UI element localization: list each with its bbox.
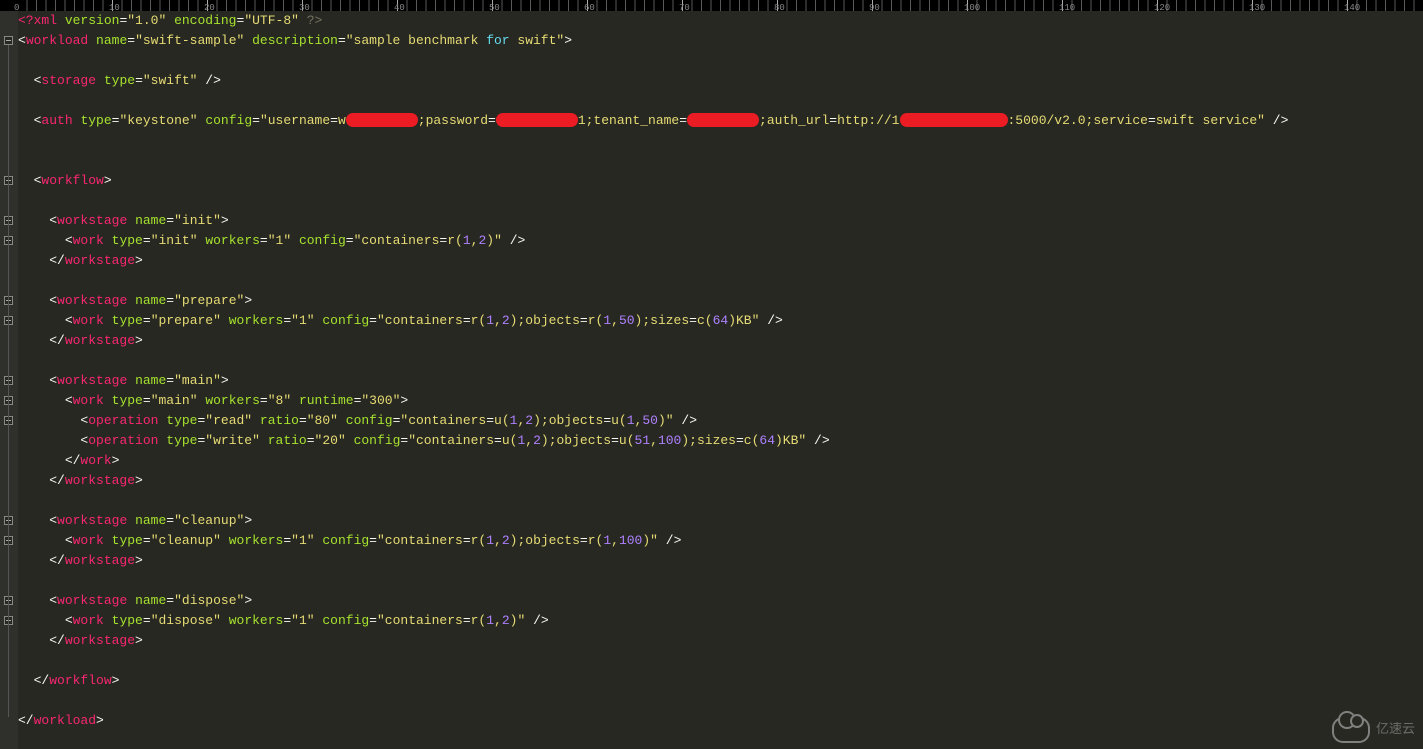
code-line[interactable] [18,51,1423,71]
code-line[interactable]: </workstage> [18,331,1423,351]
code-line[interactable]: <storage type="swift" /> [18,71,1423,91]
code-line[interactable]: <workstage name="cleanup"> [18,511,1423,531]
code-line[interactable]: </workstage> [18,471,1423,491]
code-line[interactable] [18,691,1423,711]
fold-gutter[interactable] [0,11,18,749]
code-line[interactable]: <operation type="read" ratio="80" config… [18,411,1423,431]
code-line[interactable]: <workstage name="main"> [18,371,1423,391]
code-line[interactable]: <workstage name="prepare"> [18,291,1423,311]
code-line[interactable]: <auth type="keystone" config="username=w… [18,111,1423,131]
code-line[interactable] [18,271,1423,291]
code-line[interactable] [18,151,1423,171]
code-line[interactable]: </workflow> [18,671,1423,691]
code-line[interactable]: </work> [18,451,1423,471]
watermark-logo: 亿速云 [1332,717,1415,743]
code-line[interactable] [18,351,1423,371]
code-line[interactable]: <workstage name="dispose"> [18,591,1423,611]
code-line[interactable]: </workstage> [18,251,1423,271]
code-line[interactable] [18,131,1423,151]
code-line[interactable]: <operation type="write" ratio="20" confi… [18,431,1423,451]
code-line[interactable]: <workflow> [18,171,1423,191]
code-line[interactable]: <work type="dispose" workers="1" config=… [18,611,1423,631]
code-line[interactable] [18,91,1423,111]
code-line[interactable]: <workstage name="init"> [18,211,1423,231]
code-line[interactable]: <workload name="swift-sample" descriptio… [18,31,1423,51]
code-line[interactable]: <?xml version="1.0" encoding="UTF-8" ?> [18,11,1423,31]
code-editor[interactable]: <?xml version="1.0" encoding="UTF-8" ?><… [18,11,1423,749]
code-line[interactable] [18,491,1423,511]
code-line[interactable] [18,571,1423,591]
code-line[interactable]: <work type="init" workers="1" config="co… [18,231,1423,251]
code-line[interactable]: <work type="main" workers="8" runtime="3… [18,391,1423,411]
code-line[interactable]: </workstage> [18,631,1423,651]
cloud-icon [1332,717,1370,743]
code-line[interactable]: <work type="cleanup" workers="1" config=… [18,531,1423,551]
code-line[interactable] [18,651,1423,671]
watermark-text: 亿速云 [1376,720,1415,740]
code-line[interactable]: </workstage> [18,551,1423,571]
code-line[interactable]: </workload> [18,711,1423,731]
code-line[interactable]: <work type="prepare" workers="1" config=… [18,311,1423,331]
code-line[interactable] [18,191,1423,211]
